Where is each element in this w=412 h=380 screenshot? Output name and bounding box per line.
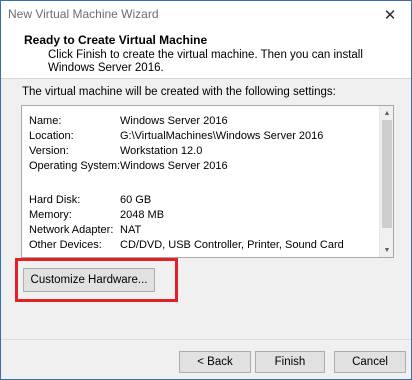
settings-summary-list[interactable]: Name: Windows Server 2016 Location: G:\V…	[21, 105, 394, 258]
setting-label: Location:	[29, 130, 74, 142]
setting-value: G:\VirtualMachines\Windows Server 2016	[120, 130, 324, 142]
setting-value: NAT	[120, 224, 142, 236]
cancel-button[interactable]: Cancel	[334, 351, 406, 373]
setting-value: Windows Server 2016	[120, 160, 228, 172]
window-title: New Virtual Machine Wizard	[8, 7, 159, 21]
close-icon: ✕	[383, 7, 397, 24]
setting-label: Other Devices:	[29, 239, 102, 251]
setting-label: Hard Disk:	[29, 194, 81, 206]
setting-value: 2048 MB	[120, 209, 165, 221]
page-title: Ready to Create Virtual Machine	[24, 33, 208, 47]
close-button[interactable]: ✕	[375, 4, 405, 26]
finish-button[interactable]: Finish	[255, 351, 325, 373]
arrow-up-icon: ▲	[383, 109, 391, 117]
vertical-scrollbar[interactable]: ▲ ▼	[379, 106, 393, 257]
setting-label: Operating System:	[29, 160, 121, 172]
wizard-header: Ready to Create Virtual Machine Click Fi…	[1, 29, 411, 79]
setting-label: Name:	[29, 115, 62, 127]
arrow-down-icon: ▼	[383, 246, 391, 254]
title-bar: New Virtual Machine Wizard ✕	[1, 1, 411, 29]
setting-label: Version:	[29, 145, 69, 157]
setting-value: Workstation 12.0	[120, 145, 203, 157]
settings-intro: The virtual machine will be created with…	[22, 86, 336, 98]
setting-value: CD/DVD, USB Controller, Printer, Sound C…	[120, 239, 344, 251]
scroll-up-button[interactable]: ▲	[380, 106, 394, 120]
customize-hardware-button[interactable]: Customize Hardware...	[23, 268, 155, 292]
setting-label: Memory:	[29, 209, 72, 221]
scroll-down-button[interactable]: ▼	[380, 243, 394, 257]
back-button[interactable]: < Back	[179, 351, 251, 373]
wizard-window: New Virtual Machine Wizard ✕ Ready to Cr…	[0, 0, 412, 380]
footer-divider	[1, 339, 411, 340]
scroll-thumb[interactable]	[382, 120, 392, 228]
setting-value: Windows Server 2016	[120, 115, 228, 127]
setting-value: 60 GB	[120, 194, 152, 206]
page-subtitle: Click Finish to create the virtual machi…	[48, 49, 363, 74]
setting-label: Network Adapter:	[29, 224, 114, 236]
